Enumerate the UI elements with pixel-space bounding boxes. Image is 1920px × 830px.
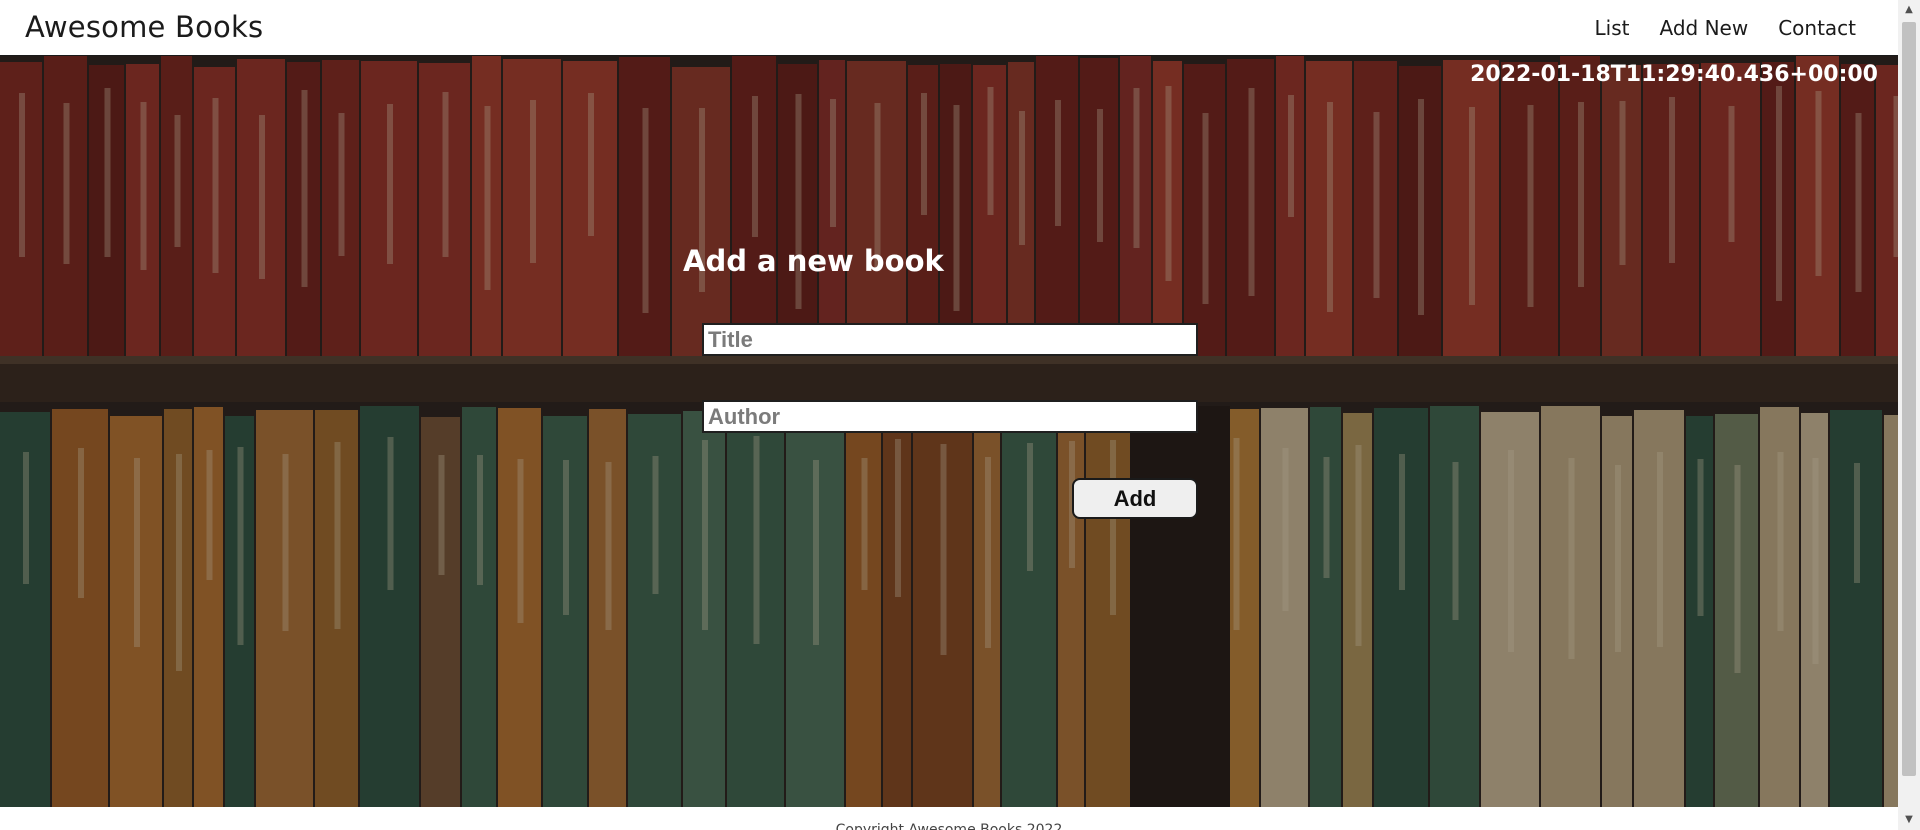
brand-title: Awesome Books xyxy=(25,10,264,44)
main-nav: List Add New Contact xyxy=(1595,16,1856,40)
scroll-down-arrow-icon[interactable]: ▼ xyxy=(1898,810,1920,830)
current-datetime: 2022-01-18T11:29:40.436+00:00 xyxy=(1470,62,1878,87)
title-input[interactable] xyxy=(702,323,1198,356)
add-book-button[interactable]: Add xyxy=(1072,478,1198,519)
page: Awesome Books List Add New Contact 2022-… xyxy=(0,0,1920,830)
nav-link-add-new[interactable]: Add New xyxy=(1659,16,1748,40)
scrollbar-thumb[interactable] xyxy=(1902,22,1916,776)
vertical-scrollbar[interactable]: ▲ ▼ xyxy=(1898,0,1920,830)
scroll-up-arrow-icon[interactable]: ▲ xyxy=(1898,0,1920,20)
add-book-heading: Add a new book xyxy=(683,244,944,278)
footer: Copyright Awesome Books 2022 xyxy=(0,807,1898,830)
top-navbar: Awesome Books List Add New Contact xyxy=(0,0,1898,56)
nav-link-list[interactable]: List xyxy=(1595,16,1630,40)
footer-text: Copyright Awesome Books 2022 xyxy=(835,822,1063,830)
nav-link-contact[interactable]: Contact xyxy=(1778,16,1856,40)
author-input[interactable] xyxy=(702,400,1198,433)
